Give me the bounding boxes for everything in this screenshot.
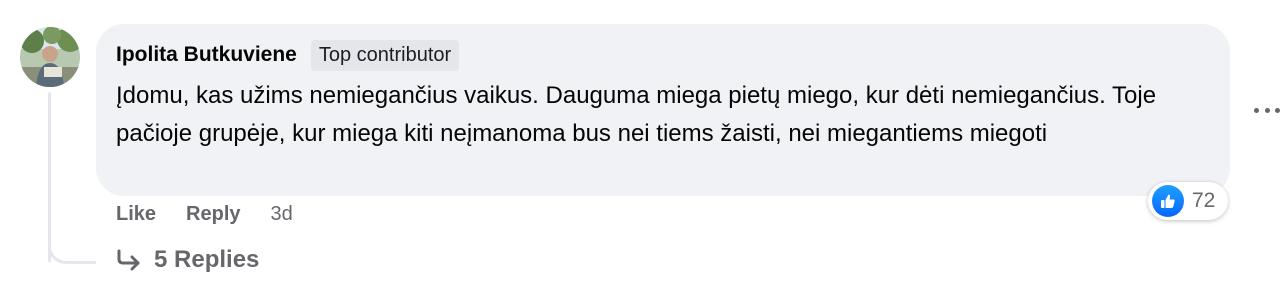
dot-icon: [1254, 107, 1259, 113]
dot-icon: [1275, 107, 1280, 113]
reply-arrow-icon: [116, 249, 142, 271]
view-replies-button[interactable]: 5 Replies: [116, 246, 259, 274]
replies-count-label: 5 Replies: [154, 246, 260, 273]
reactions-summary[interactable]: 72: [1148, 182, 1228, 220]
dot-icon: [1264, 107, 1270, 113]
comment-text: Įdomu, kas užims nemiegančius vaikus. Da…: [116, 82, 1157, 147]
comment-bubble: Ipolita Butkuviene Top contributor Įdomu…: [96, 24, 1230, 196]
reaction-count: 72: [1192, 189, 1216, 212]
avatar[interactable]: [20, 27, 80, 87]
thumbs-up-icon: [1152, 185, 1184, 217]
thread-connector: [48, 236, 96, 264]
timestamp[interactable]: 3d: [271, 203, 293, 226]
more-options-button[interactable]: [1254, 100, 1280, 120]
comment-actions: Like Reply 3d: [116, 203, 293, 226]
author-name[interactable]: Ipolita Butkuviene: [116, 43, 297, 67]
reply-button[interactable]: Reply: [186, 203, 240, 226]
top-contributor-badge: Top contributor: [310, 39, 460, 71]
like-button[interactable]: Like: [116, 203, 156, 226]
